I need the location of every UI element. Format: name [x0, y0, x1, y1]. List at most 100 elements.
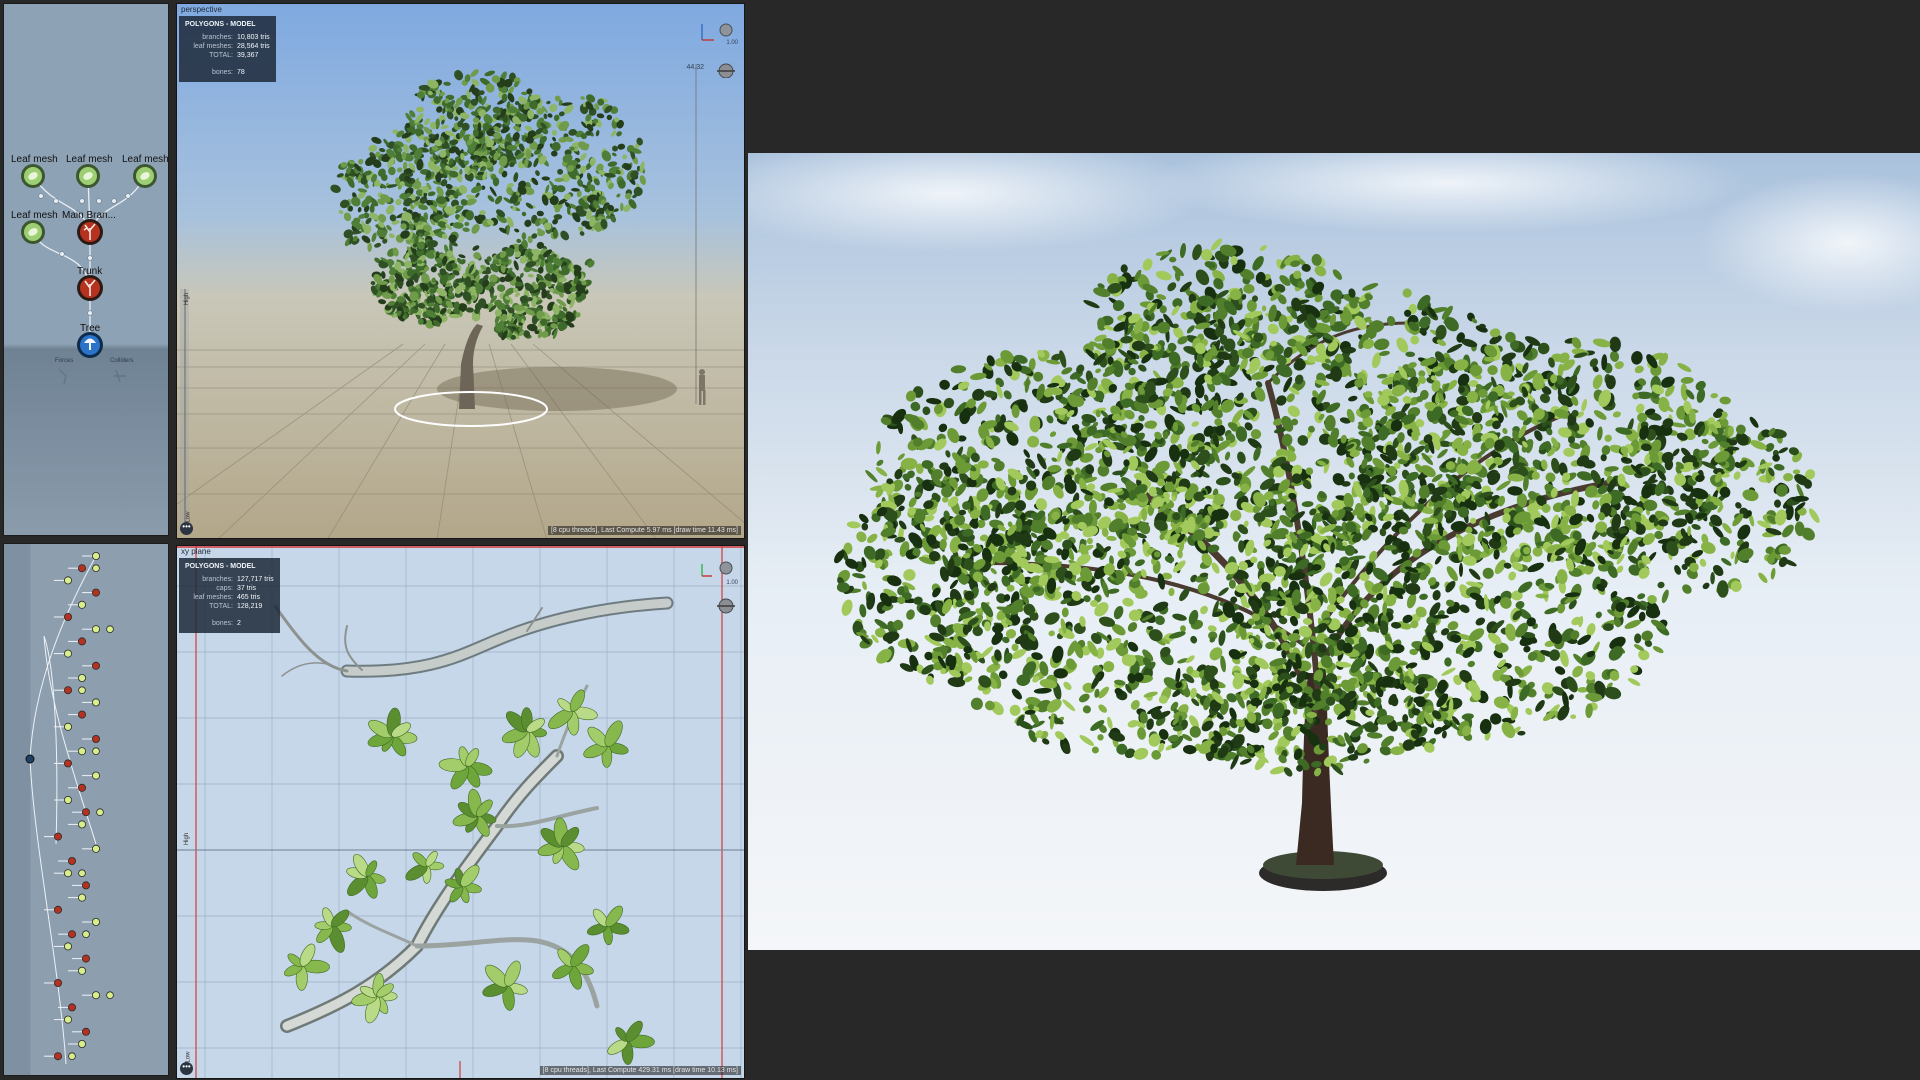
- light-gizmo-icon[interactable]: [690, 556, 740, 616]
- branch-node-icon[interactable]: [92, 734, 101, 743]
- leaf-node-icon[interactable]: [106, 991, 114, 1000]
- viewport-menu-button[interactable]: •••: [180, 1062, 193, 1075]
- leaf-node-icon[interactable]: [78, 1039, 87, 1048]
- branch-node-icon[interactable]: [92, 588, 101, 597]
- perspective-scene: [177, 64, 744, 538]
- branch-node-icon[interactable]: [68, 856, 77, 865]
- leaf-node-icon[interactable]: [64, 869, 73, 878]
- polygon-stats-panel: POLYGONS - MODEL branches: 10,803 tris le…: [179, 16, 276, 82]
- branch-node-icon[interactable]: [78, 710, 87, 719]
- leaf-node-icon[interactable]: [76, 164, 100, 188]
- leaf-node-icon[interactable]: [78, 820, 87, 829]
- branch-node-icon[interactable]: [82, 808, 91, 817]
- viewport-title: perspective: [181, 5, 222, 14]
- stats-value: 2: [237, 620, 241, 627]
- scale-low-label: Low: [185, 1051, 192, 1063]
- branch-node-icon[interactable]: [64, 613, 73, 622]
- branch-node-icon[interactable]: [68, 930, 77, 939]
- leaf-node-icon[interactable]: [92, 991, 101, 1000]
- branch-node-icon[interactable]: [78, 564, 87, 573]
- leaf-node-icon[interactable]: [78, 869, 86, 878]
- branch-node-icon[interactable]: [54, 978, 63, 987]
- gizmo-value: 1.00: [726, 40, 738, 46]
- stats-key: bones:: [211, 620, 233, 627]
- leaf-node-icon[interactable]: [92, 551, 101, 560]
- leaf-node-icon[interactable]: [64, 649, 73, 658]
- leaf-node-icon[interactable]: [64, 942, 73, 951]
- viewport-title: xy plane: [181, 547, 211, 556]
- node-label: Leaf mesh: [11, 154, 58, 165]
- stats-key: bones:: [211, 69, 233, 76]
- stats-key: branches:: [202, 34, 233, 41]
- leaf-node-icon[interactable]: [78, 673, 87, 682]
- leaf-node-icon[interactable]: [133, 164, 157, 188]
- leaf-node-icon[interactable]: [92, 625, 101, 634]
- viewport-menu-button[interactable]: •••: [180, 522, 193, 535]
- leaf-node-icon[interactable]: [64, 722, 73, 731]
- leaf-node-icon[interactable]: [78, 747, 87, 756]
- branch-node-icon[interactable]: [64, 759, 73, 768]
- node-label: Leaf mesh: [122, 154, 169, 165]
- stats-header: POLYGONS - MODEL: [185, 563, 256, 570]
- leaf-node-icon[interactable]: [106, 625, 114, 633]
- rendered-tree: [748, 153, 1920, 891]
- leaf-node-icon[interactable]: [92, 844, 101, 853]
- branch-node-icon[interactable]: [78, 637, 87, 646]
- leaf-node-icon[interactable]: [64, 1015, 73, 1024]
- leaf-node-icon[interactable]: [92, 564, 100, 573]
- leaf-node-icon[interactable]: [78, 686, 86, 695]
- hierarchy-graph[interactable]: [4, 544, 169, 1076]
- leaf-node-icon[interactable]: [68, 1052, 76, 1061]
- scale-high-label: High: [184, 292, 191, 306]
- stats-value: 10,803 tris: [237, 34, 270, 41]
- stats-key: leaf meshes:: [193, 43, 233, 50]
- stats-header: POLYGONS - MODEL: [185, 21, 256, 28]
- forces-label: Forces: [55, 358, 74, 364]
- leaf-node-icon[interactable]: [78, 966, 87, 975]
- gizmo-value: 1.00: [726, 580, 738, 586]
- leaf-node-icon[interactable]: [21, 164, 45, 188]
- stats-value: 78: [237, 69, 245, 76]
- branch-node-icon[interactable]: [54, 1052, 63, 1061]
- tree-hierarchy-panel[interactable]: [3, 543, 169, 1076]
- stats-value: 39,367: [237, 52, 259, 59]
- stats-value: 28,564 tris: [237, 43, 270, 50]
- branch-node-icon[interactable]: [77, 219, 103, 245]
- final-render-image: [748, 153, 1920, 950]
- stats-value: 37 tris: [237, 585, 257, 592]
- stats-value: 465 tris: [237, 594, 260, 601]
- branch-node-icon[interactable]: [77, 275, 103, 301]
- branch-node-icon[interactable]: [82, 1027, 91, 1036]
- stats-key: branches:: [202, 576, 233, 583]
- leaf-node-icon[interactable]: [92, 747, 100, 756]
- stats-value: 128,219: [237, 603, 263, 610]
- leaf-node-icon[interactable]: [78, 893, 87, 902]
- leaf-node-icon[interactable]: [92, 917, 101, 926]
- branch-node-icon[interactable]: [68, 1003, 77, 1012]
- branch-node-icon[interactable]: [82, 881, 91, 890]
- tree-node-icon[interactable]: [25, 754, 35, 764]
- branch-node-icon[interactable]: [82, 954, 91, 963]
- leaf-node-icon[interactable]: [64, 795, 73, 804]
- perspective-viewport[interactable]: perspective POLYGONS - MODEL branches: 10…: [176, 3, 745, 539]
- leaf-node-icon[interactable]: [64, 576, 73, 585]
- leaf-node-icon[interactable]: [82, 930, 90, 939]
- branch-node-icon[interactable]: [64, 686, 73, 695]
- leaf-node-icon[interactable]: [21, 220, 45, 244]
- node-graph-panel[interactable]: Leaf mesh Leaf mesh Leaf mesh Leaf mesh …: [3, 3, 169, 536]
- render-stats-footer: [8 cpu threads], Last Compute 429.31 ms …: [539, 1066, 741, 1075]
- branch-node-icon[interactable]: [78, 783, 87, 792]
- leaf-node-icon[interactable]: [92, 771, 101, 780]
- stats-key: TOTAL:: [209, 52, 233, 59]
- branch-node-icon[interactable]: [92, 661, 101, 670]
- polygon-stats-panel: POLYGONS - MODEL branches: 127,717 tris c…: [179, 558, 280, 633]
- branch-node-icon[interactable]: [54, 905, 63, 914]
- leaf-node-icon[interactable]: [78, 600, 87, 609]
- leaf-node-icon[interactable]: [96, 808, 104, 817]
- scale-low-label: Low: [185, 511, 192, 523]
- branch-node-icon[interactable]: [54, 832, 63, 841]
- stats-key: TOTAL:: [209, 603, 233, 610]
- leaf-node-icon[interactable]: [92, 698, 101, 707]
- xy-plane-viewport[interactable]: xy plane POLYGONS - MODEL branches: 127,7…: [176, 545, 745, 1079]
- tree-node-icon[interactable]: [77, 332, 103, 358]
